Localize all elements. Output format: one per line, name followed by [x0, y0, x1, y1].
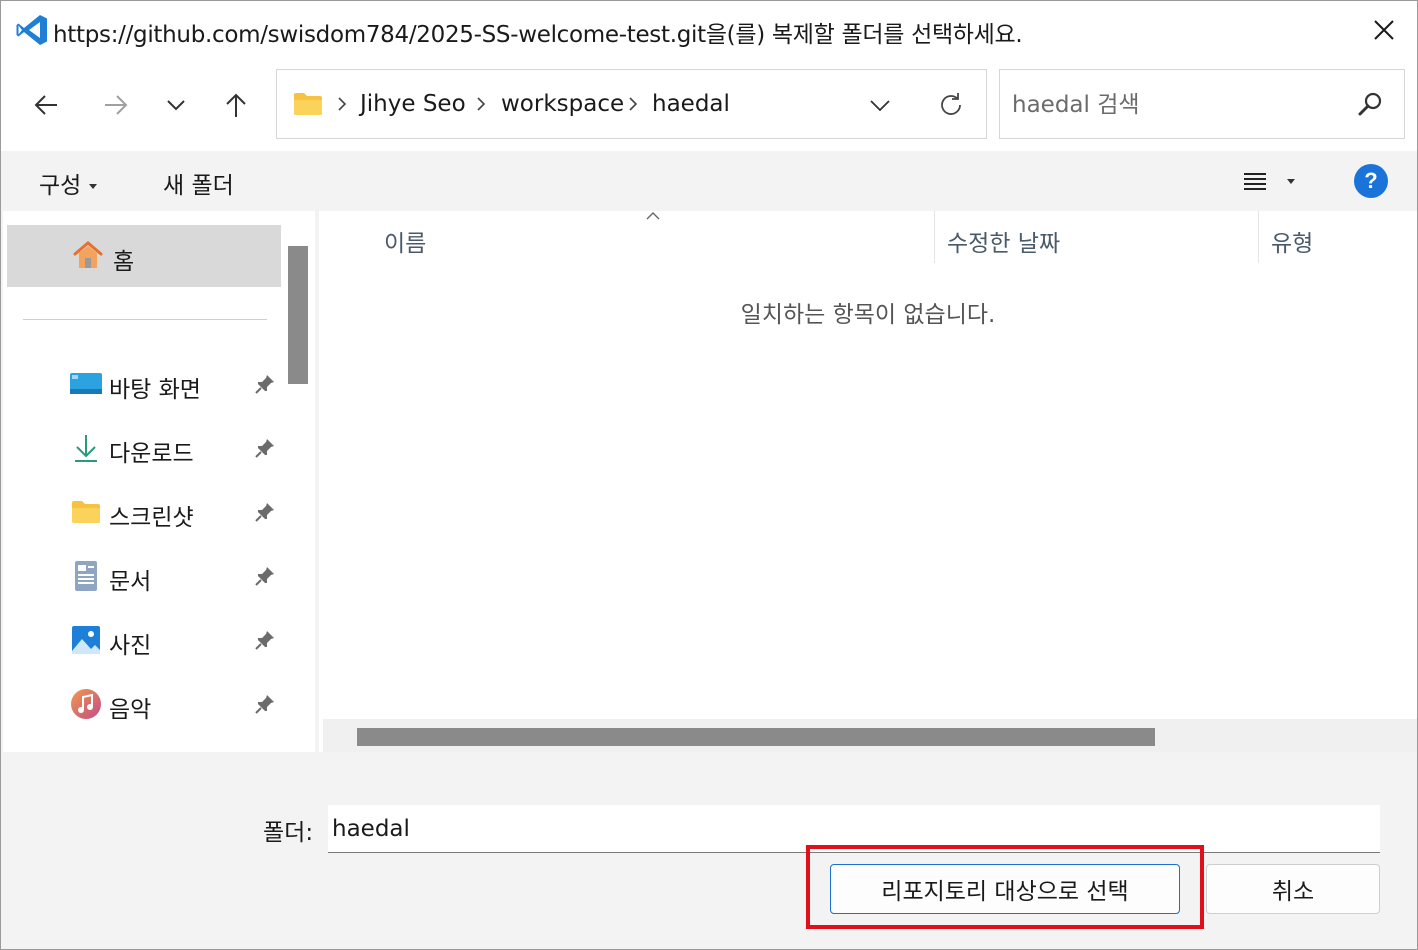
breadcrumb-item[interactable]: Jihye Seo [360, 91, 466, 117]
pin-icon [255, 567, 274, 586]
sidebar-item-music[interactable]: 음악 [3, 676, 283, 732]
sidebar-scrollbar-thumb[interactable] [288, 246, 308, 384]
divider [23, 319, 267, 320]
sidebar-item-screenshots[interactable]: 스크린샷 [3, 484, 283, 540]
sort-ascending-icon [646, 212, 660, 220]
column-header-type[interactable]: 유형 [1271, 224, 1313, 258]
pin-icon [255, 695, 274, 714]
dialog-title: https://github.com/swisdom784/2025-SS-we… [53, 22, 1023, 48]
pin-icon [255, 631, 274, 650]
music-icon [69, 688, 103, 720]
folder-icon [69, 496, 103, 528]
sidebar-item-desktop[interactable]: 바탕 화면 [3, 356, 283, 412]
sidebar-item-label: 음악 [109, 697, 152, 723]
sidebar-item-label: 스크린샷 [109, 505, 194, 531]
close-button[interactable] [1351, 1, 1417, 59]
up-button[interactable] [214, 83, 258, 127]
pin-icon [255, 503, 274, 522]
navigation-bar: Jihye Seo workspace haedal [1, 59, 1417, 151]
arrow-right-icon [105, 95, 128, 115]
pin-icon [255, 375, 274, 394]
close-icon [1374, 20, 1394, 40]
help-button[interactable]: ? [1354, 164, 1388, 198]
search-input[interactable] [1012, 88, 1342, 122]
sidebar-item-label: 바탕 화면 [109, 377, 201, 403]
file-list-scrollbar-thumb[interactable] [357, 728, 1155, 746]
home-icon [71, 239, 105, 276]
folder-icon [293, 92, 323, 121]
cancel-button[interactable]: 취소 [1206, 864, 1380, 914]
pictures-icon [69, 624, 103, 656]
chevron-down-icon [167, 100, 185, 111]
view-list-icon [1244, 173, 1266, 190]
navigation-pane: 홈 바탕 화면 다운로드 스크린샷 문서 사진 음악 [3, 211, 283, 752]
column-header-name[interactable]: 이름 [384, 224, 426, 258]
organize-label: 구성 [39, 173, 82, 199]
sidebar-item-home[interactable]: 홈 [7, 225, 281, 287]
folder-picker-dialog: https://github.com/swisdom784/2025-SS-we… [0, 0, 1418, 950]
view-options-button[interactable] [1241, 165, 1305, 197]
column-divider[interactable] [934, 211, 935, 263]
address-dropdown-button[interactable] [865, 90, 895, 120]
folder-input[interactable] [328, 805, 1380, 853]
recent-locations-button[interactable] [154, 83, 198, 127]
refresh-button[interactable] [934, 88, 968, 122]
select-repository-destination-button[interactable]: 리포지토리 대상으로 선택 [830, 864, 1180, 914]
organize-menu-button[interactable]: 구성 [39, 166, 98, 200]
chevron-right-icon [629, 97, 638, 111]
arrow-up-icon [226, 93, 246, 117]
command-bar: 구성 새 폴더 [1, 151, 1417, 211]
breadcrumb-item[interactable]: haedal [652, 91, 730, 117]
chevron-down-icon [870, 100, 890, 112]
back-button[interactable] [24, 83, 68, 127]
sidebar-item-downloads[interactable]: 다운로드 [3, 420, 283, 476]
desktop-icon [69, 368, 103, 400]
caret-down-icon [89, 184, 98, 189]
sidebar-item-label: 문서 [109, 569, 152, 595]
address-bar[interactable]: Jihye Seo workspace haedal [276, 69, 987, 139]
column-divider[interactable] [1258, 211, 1259, 263]
sidebar-item-label: 사진 [109, 633, 152, 659]
folder-label: 폴더: [263, 820, 314, 846]
search-icon[interactable] [1356, 90, 1384, 123]
sidebar-item-label: 다운로드 [109, 441, 194, 467]
chevron-right-icon [338, 97, 347, 111]
forward-button[interactable] [94, 83, 138, 127]
refresh-icon [941, 93, 961, 115]
file-list: 이름 수정한 날짜 유형 일치하는 항목이 없습니다. [319, 211, 1417, 752]
breadcrumb-item[interactable]: workspace [501, 91, 624, 117]
search-box [999, 69, 1405, 139]
sidebar-item-documents[interactable]: 문서 [3, 548, 283, 604]
new-folder-button[interactable]: 새 폴더 [163, 166, 234, 200]
empty-message: 일치하는 항목이 없습니다. [740, 302, 996, 328]
column-header-modified[interactable]: 수정한 날짜 [947, 224, 1060, 258]
download-icon [69, 432, 103, 464]
sidebar-item-pictures[interactable]: 사진 [3, 612, 283, 668]
caret-down-icon [1287, 178, 1295, 184]
sidebar-item-label: 홈 [113, 249, 135, 275]
pin-icon [255, 439, 274, 458]
chevron-right-icon [477, 97, 486, 111]
arrow-left-icon [34, 95, 57, 115]
vscode-icon [15, 13, 49, 47]
document-icon [69, 560, 103, 592]
title-bar: https://github.com/swisdom784/2025-SS-we… [1, 1, 1417, 59]
